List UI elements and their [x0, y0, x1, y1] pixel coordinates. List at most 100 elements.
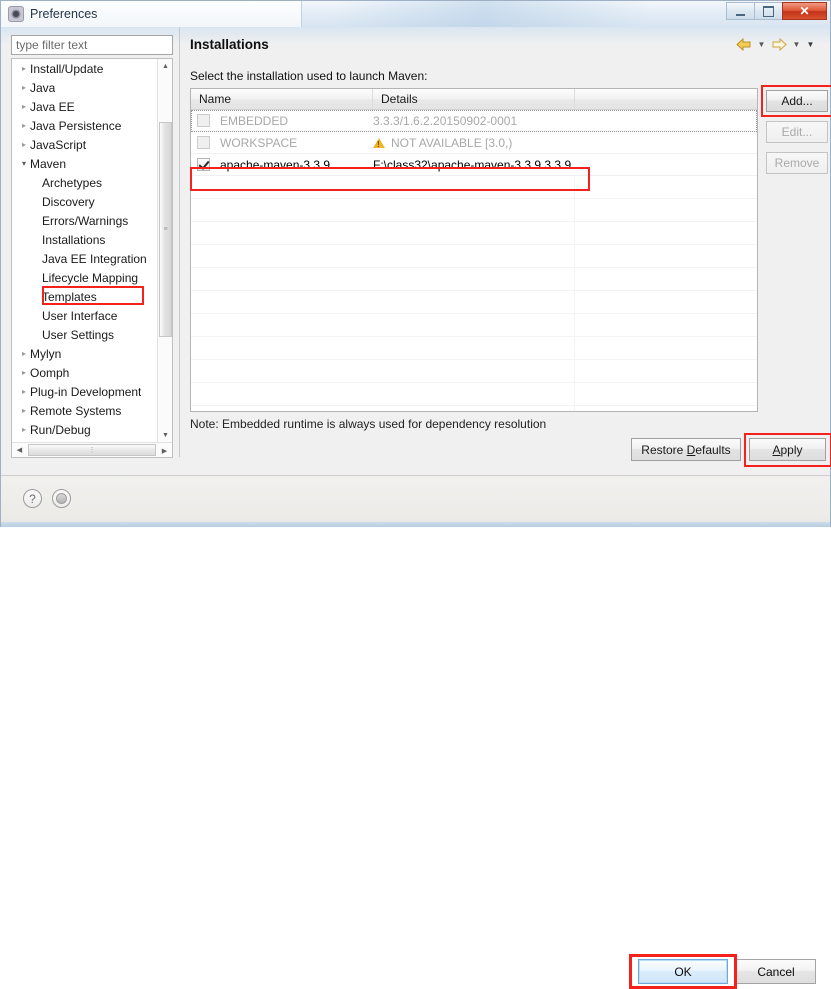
cell-details: F:\class32\apache-maven-3.3.9 3.3.9 — [373, 158, 575, 172]
preferences-tree[interactable]: Install/Update Java Java EE Java Persistenc… — [11, 58, 173, 458]
table-empty-row — [191, 360, 757, 383]
table-empty-row — [191, 406, 757, 411]
scroll-left-arrow-icon[interactable]: ◀ — [12, 442, 27, 457]
tree-item-plug-in-development[interactable]: Plug-in Development — [12, 382, 158, 401]
ok-button[interactable]: OK — [638, 959, 728, 984]
table-empty-row — [191, 222, 757, 245]
restore-defaults-button[interactable]: Restore Defaults — [631, 438, 741, 461]
column-header-name[interactable]: Name — [191, 89, 373, 109]
scroll-up-arrow-icon[interactable]: ▲ — [158, 59, 172, 74]
maximize-button[interactable] — [754, 2, 782, 20]
table-row[interactable]: apache-maven-3.3.9 F:\class32\apache-mave… — [191, 154, 757, 176]
tree-item-user-settings[interactable]: User Settings — [12, 325, 158, 344]
installation-name: apache-maven-3.3.9 — [220, 157, 331, 172]
remove-button[interactable]: Remove — [766, 152, 828, 174]
table-row[interactable]: WORKSPACE NOT AVAILABLE [3.0,) — [191, 132, 757, 154]
chevron-down-icon[interactable] — [18, 160, 30, 168]
tree-item-label: Java Persistence — [30, 118, 122, 133]
chevron-right-icon[interactable] — [18, 122, 30, 130]
scroll-down-arrow-icon[interactable]: ▼ — [158, 428, 172, 443]
tree-vertical-scrollbar[interactable]: ▲ ≡ ▼ — [157, 59, 172, 443]
column-header-details[interactable]: Details — [373, 89, 575, 109]
apply-button[interactable]: Apply — [749, 438, 826, 461]
back-history-chevron-down-icon[interactable]: ▼ — [755, 35, 768, 53]
forward-arrow-icon[interactable] — [769, 35, 789, 53]
tree-item-java-ee-integration[interactable]: Java EE Integration — [12, 249, 158, 268]
chevron-right-icon[interactable] — [18, 407, 30, 415]
help-icon[interactable]: ? — [23, 489, 42, 508]
tree-vscrollbar-thumb[interactable]: ≡ — [159, 122, 172, 337]
table-empty-row — [191, 337, 757, 360]
tree-item-label: Mylyn — [30, 346, 62, 361]
apply-label: Apply — [772, 442, 803, 457]
installation-checkbox[interactable] — [197, 114, 210, 127]
tree-item-user-interface[interactable]: User Interface — [12, 306, 158, 325]
chevron-right-icon[interactable] — [18, 65, 30, 73]
add-button[interactable]: Add... — [766, 90, 828, 112]
tree-item-installations[interactable]: Installations — [12, 230, 158, 249]
tree-item-label: Plug-in Development — [30, 384, 142, 399]
cancel-button[interactable]: Cancel — [736, 959, 816, 984]
tree-item-label: User Interface — [42, 308, 118, 323]
installations-page: Installations ▼ ▼ ▼ Select the installat… — [187, 27, 831, 467]
tree-item-label: Maven — [30, 156, 67, 171]
edit-button[interactable]: Edit... — [766, 121, 828, 143]
tree-item-mylyn[interactable]: Mylyn — [12, 344, 158, 363]
tree-item-label: Installations — [42, 232, 106, 247]
tree-item-label: Java — [30, 80, 56, 95]
footer-accent-strip — [1, 522, 830, 527]
tree-hscrollbar-thumb[interactable]: ⋮ — [28, 444, 156, 456]
tree-item-errors-warnings[interactable]: Errors/Warnings — [12, 211, 158, 230]
table-header-row: Name Details — [191, 89, 757, 110]
tree-item-oomph[interactable]: Oomph — [12, 363, 158, 382]
chevron-right-icon[interactable] — [18, 84, 30, 92]
forward-history-chevron-down-icon[interactable]: ▼ — [790, 35, 803, 53]
back-arrow-icon[interactable] — [734, 35, 754, 53]
tree-item-label: Lifecycle Mapping — [42, 270, 139, 285]
close-button[interactable]: ✕ — [782, 2, 827, 20]
tree-item-remote-systems[interactable]: Remote Systems — [12, 401, 158, 420]
context-icon[interactable] — [52, 489, 71, 508]
tree-item-label: User Settings — [42, 327, 115, 342]
cell-details: NOT AVAILABLE [3.0,) — [373, 136, 575, 150]
chevron-right-icon[interactable] — [18, 388, 30, 396]
tree-item-archetypes[interactable]: Archetypes — [12, 173, 158, 192]
installation-checkbox[interactable] — [197, 136, 210, 149]
tree-item-maven[interactable]: Maven — [12, 154, 158, 173]
cell-name: EMBEDDED — [191, 114, 373, 128]
preferences-dialog: Preferences ✕ Install/Update Java Java EE J… — [0, 0, 831, 989]
chevron-right-icon[interactable] — [18, 141, 30, 149]
installations-table[interactable]: Name Details EMBEDDED 3.3.3/1.6.2.2015090… — [190, 88, 758, 412]
chevron-right-icon[interactable] — [18, 350, 30, 358]
chevron-right-icon[interactable] — [18, 103, 30, 111]
installation-checkbox[interactable] — [197, 158, 210, 171]
chevron-right-icon[interactable] — [18, 369, 30, 377]
tree-item-java[interactable]: Java — [12, 78, 158, 97]
chevron-right-icon[interactable] — [18, 426, 30, 434]
cell-name: apache-maven-3.3.9 — [191, 158, 373, 172]
tree-item-discovery[interactable]: Discovery — [12, 192, 158, 211]
tree-item-java-ee[interactable]: Java EE — [12, 97, 158, 116]
table-body: EMBEDDED 3.3.3/1.6.2.20150902-0001 WORKSPA… — [191, 110, 757, 411]
installation-name: EMBEDDED — [220, 113, 289, 128]
tree-item-lifecycle-mapping[interactable]: Lifecycle Mapping — [12, 268, 158, 287]
cell-details: 3.3.3/1.6.2.20150902-0001 — [373, 114, 575, 128]
window-titlebar: Preferences ✕ — [1, 1, 830, 28]
column-header-extra[interactable] — [575, 89, 757, 109]
minimize-button[interactable] — [726, 2, 754, 20]
page-description: Select the installation used to launch M… — [190, 69, 428, 83]
tree-scroll-area: Install/Update Java Java EE Java Persistenc… — [12, 59, 158, 444]
installation-name: WORKSPACE — [220, 135, 298, 150]
scroll-right-arrow-icon[interactable]: ▶ — [157, 443, 172, 457]
page-overflow-chevron-down-icon[interactable]: ▼ — [804, 35, 817, 53]
page-note: Note: Embedded runtime is always used fo… — [190, 417, 547, 431]
table-row[interactable]: EMBEDDED 3.3.3/1.6.2.20150902-0001 — [191, 110, 757, 132]
tree-item-label: Install/Update — [30, 61, 104, 76]
tree-item-java-persistence[interactable]: Java Persistence — [12, 116, 158, 135]
tree-horizontal-scrollbar[interactable]: ◀ ⋮ ▶ — [12, 442, 172, 457]
tree-item-javascript[interactable]: JavaScript — [12, 135, 158, 154]
tree-item-install-update[interactable]: Install/Update — [12, 59, 158, 78]
tree-item-run-debug[interactable]: Run/Debug — [12, 420, 158, 439]
filter-input[interactable] — [11, 35, 173, 55]
tree-item-templates[interactable]: Templates — [12, 287, 158, 306]
